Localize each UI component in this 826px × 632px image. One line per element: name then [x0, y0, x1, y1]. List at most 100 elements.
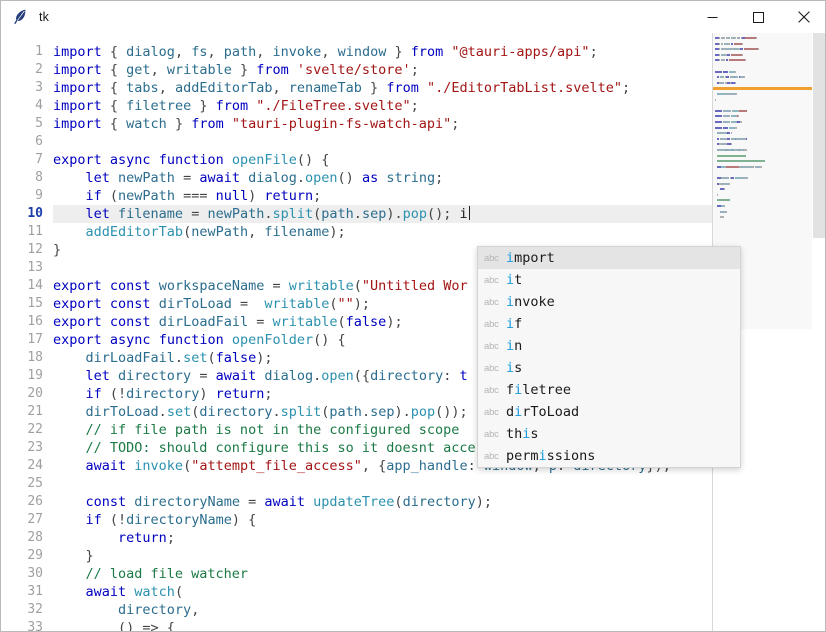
minimap-line-segment	[745, 59, 746, 61]
code-token: import	[53, 62, 110, 78]
code-line[interactable]: import { get, writable } from 'svelte/st…	[53, 61, 712, 79]
code-token: ;	[622, 80, 630, 96]
autocomplete-item[interactable]: abcdirToLoad	[478, 401, 740, 423]
code-line[interactable]: let filename = newPath.split(path.sep).p…	[53, 205, 712, 223]
autocomplete-item[interactable]: abcimport	[478, 247, 740, 269]
code-token: addEditorTab	[86, 224, 184, 240]
code-token: if	[86, 188, 110, 204]
code-token: ,	[321, 44, 337, 60]
code-token: filetree	[126, 98, 191, 114]
code-line[interactable]: export async function openFile() {	[53, 151, 712, 169]
code-token: ,	[151, 62, 167, 78]
code-line[interactable]: // load file watcher	[53, 565, 712, 583]
code-line[interactable]	[53, 133, 712, 151]
code-token: export	[53, 152, 110, 168]
minimap-line-segment	[724, 43, 729, 45]
vertical-scrollbar[interactable]	[812, 33, 826, 632]
minimap-line-segment	[715, 48, 719, 50]
code-token: false	[216, 350, 257, 366]
code-token: ,	[248, 224, 264, 240]
abc-icon: abc	[484, 253, 506, 264]
line-number: 16	[1, 313, 43, 331]
autocomplete-popup[interactable]: abcimportabcitabcinvokeabcifabcinabcisab…	[477, 246, 741, 468]
code-token: writable	[289, 278, 354, 294]
code-token: directory	[403, 494, 476, 510]
minimap-line-segment	[737, 37, 741, 39]
close-icon[interactable]	[781, 1, 826, 33]
code-line[interactable]: const directoryName = await updateTree(d…	[53, 493, 712, 511]
code-token: ) {	[232, 512, 256, 528]
code-token: string	[386, 170, 435, 186]
minimap-line-segment	[744, 48, 759, 50]
minimap-line-segment	[715, 71, 719, 73]
code-token: directoryName	[126, 512, 232, 528]
minimize-icon[interactable]	[689, 1, 735, 33]
autocomplete-item[interactable]: abcif	[478, 313, 740, 335]
code-line[interactable]: import { filetree } from "./FileTree.sve…	[53, 97, 712, 115]
code-line[interactable]: if (newPath === null) return;	[53, 187, 712, 205]
minimap-line-segment	[747, 177, 748, 179]
minimap-line-segment	[724, 48, 731, 50]
code-line[interactable]: import { tabs, addEditorTab, renameTab }…	[53, 79, 712, 97]
code-line[interactable]: () => {	[53, 619, 712, 632]
code-line[interactable]: return;	[53, 529, 712, 547]
code-token: .	[273, 404, 281, 420]
autocomplete-item[interactable]: abcin	[478, 335, 740, 357]
code-token: return	[216, 386, 265, 402]
line-number: 13	[1, 259, 43, 277]
minimap-line-segment	[717, 93, 724, 95]
code-line[interactable]: }	[53, 547, 712, 565]
autocomplete-item[interactable]: abcit	[478, 269, 740, 291]
code-token: function	[159, 152, 232, 168]
minimap-line-segment	[723, 110, 731, 112]
code-line[interactable]	[53, 475, 712, 493]
autocomplete-item[interactable]: abcis	[478, 357, 740, 379]
line-number: 12	[1, 241, 43, 259]
code-line[interactable]: import { watch } from "tauri-plugin-fs-w…	[53, 115, 712, 133]
code-token: filename	[264, 224, 329, 240]
code-line[interactable]: let newPath = await dialog.open() as str…	[53, 169, 712, 187]
line-number: 28	[1, 529, 43, 547]
code-token: .	[159, 404, 167, 420]
code-token: }	[232, 62, 256, 78]
minimap-line-segment	[719, 121, 722, 123]
code-token: pop	[403, 206, 427, 222]
maximize-icon[interactable]	[735, 1, 781, 33]
code-line[interactable]: directory,	[53, 601, 712, 619]
window-controls	[689, 1, 826, 33]
code-token: );	[476, 494, 492, 510]
minimap-line-segment	[717, 194, 718, 196]
line-number: 14	[1, 277, 43, 295]
code-token: dialog	[126, 44, 175, 60]
abc-icon: abc	[484, 319, 506, 330]
code-line[interactable]: await watch(	[53, 583, 712, 601]
code-token: if	[86, 386, 110, 402]
code-line[interactable]: import { dialog, fs, path, invoke, windo…	[53, 43, 712, 61]
line-number: 33	[1, 619, 43, 632]
code-token: (	[207, 350, 215, 366]
autocomplete-item[interactable]: abcthis	[478, 423, 740, 445]
line-number: 29	[1, 547, 43, 565]
autocomplete-item[interactable]: abcfiletree	[478, 379, 740, 401]
autocomplete-item[interactable]: abcpermissions	[478, 445, 740, 467]
code-token	[53, 494, 86, 510]
code-token: ()	[338, 170, 362, 186]
abc-icon: abc	[484, 451, 506, 462]
minimap-line-segment	[720, 138, 726, 140]
code-token: ""	[338, 296, 354, 312]
code-editor[interactable]: 1234567891011121314151617181920212223242…	[1, 33, 826, 632]
code-token: (!	[110, 386, 126, 402]
code-token: ).	[386, 206, 402, 222]
abc-icon: abc	[484, 363, 506, 374]
line-number: 31	[1, 583, 43, 601]
line-number: 25	[1, 475, 43, 493]
code-line[interactable]: if (!directoryName) {	[53, 511, 712, 529]
line-number: 24	[1, 457, 43, 475]
code-token: );	[256, 350, 272, 366]
code-token: .	[264, 206, 272, 222]
scrollbar-thumb[interactable]	[813, 33, 825, 238]
autocomplete-item[interactable]: abcinvoke	[478, 291, 740, 313]
minimap-line-segment	[717, 166, 720, 168]
code-line[interactable]: addEditorTab(newPath, filename);	[53, 223, 712, 241]
minimap-line-segment	[734, 71, 736, 73]
